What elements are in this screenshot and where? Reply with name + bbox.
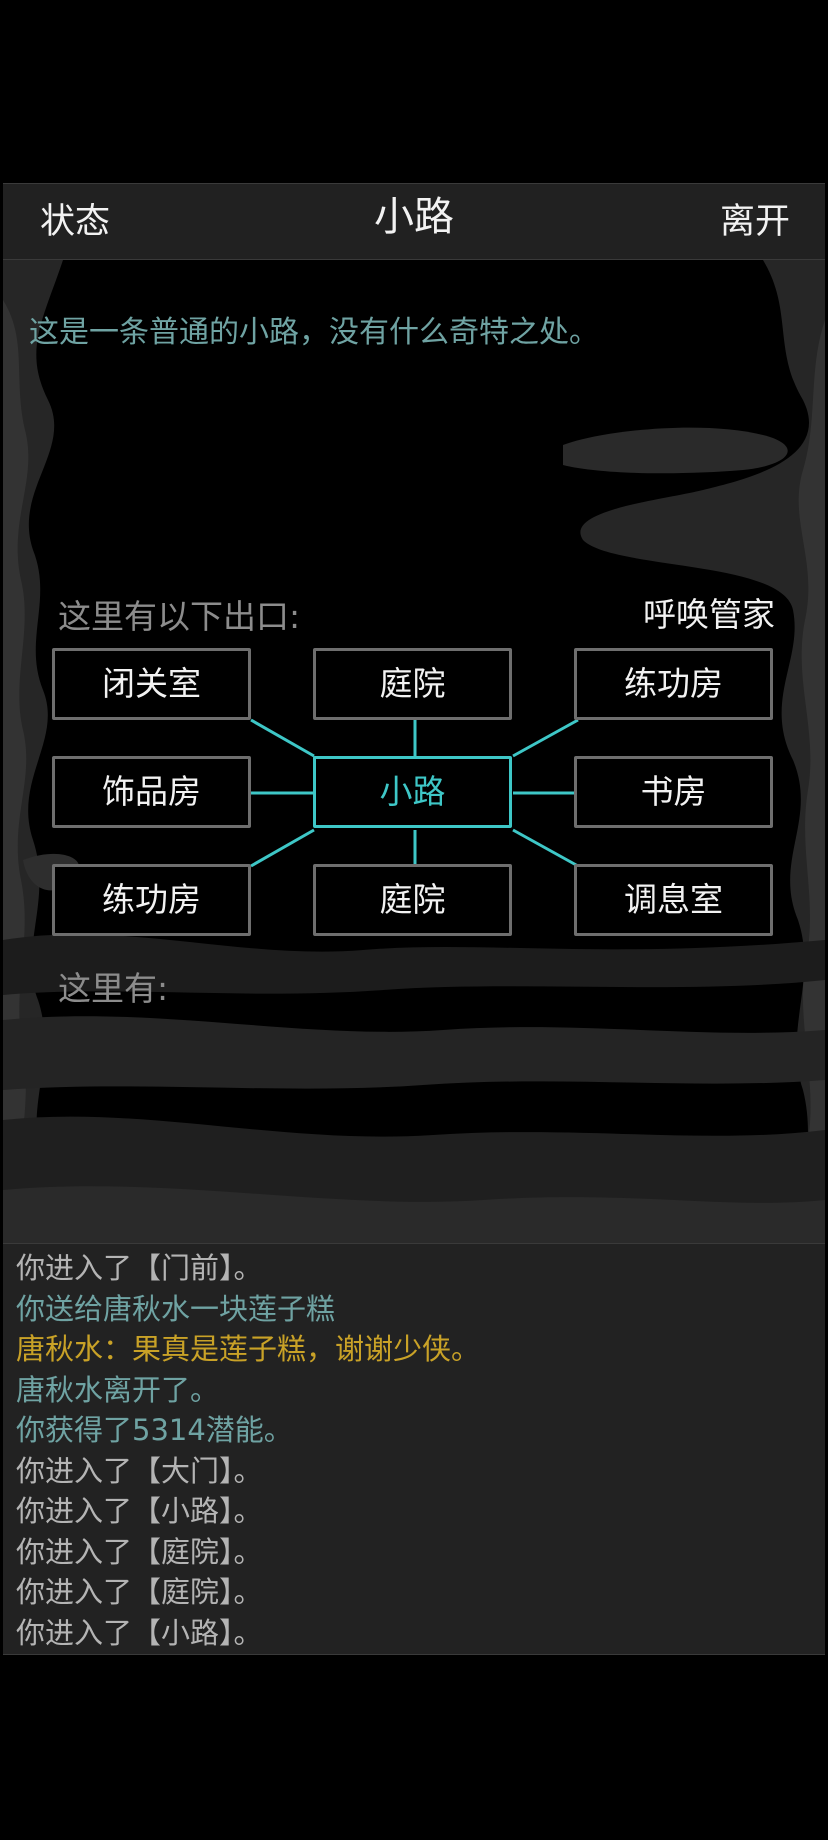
log-line: 你获得了5314潜能。 — [16, 1413, 293, 1447]
leave-button[interactable]: 离开 — [720, 184, 790, 261]
exit-north-button[interactable]: 庭院 — [313, 648, 512, 720]
log-line: 你送给唐秋水一块莲子糕 — [16, 1291, 336, 1326]
log-line: 你进入了【庭院】。 — [16, 1534, 263, 1569]
log-line: 唐秋水：果真是莲子糕，谢谢少侠。 — [16, 1332, 481, 1366]
log-line: 你进入了【小路】。 — [16, 1494, 263, 1528]
log-line: 唐秋水离开了。 — [16, 1372, 220, 1407]
message-log[interactable]: 你进入了【门前】。 你送给唐秋水一块莲子糕 唐秋水：果真是莲子糕，谢谢少侠。 唐… — [3, 1243, 825, 1655]
exit-west-button[interactable]: 饰品房 — [52, 756, 251, 828]
ink-smoke-decoration — [3, 260, 825, 1243]
exit-east-button[interactable]: 书房 — [574, 756, 773, 828]
room-description: 这是一条普通的小路，没有什么奇特之处。 — [29, 315, 599, 350]
exit-northeast-button[interactable]: 练功房 — [574, 648, 773, 720]
exit-northwest-button[interactable]: 闭关室 — [52, 648, 251, 720]
exits-label: 这里有以下出口: — [58, 597, 301, 636]
log-line: 你进入了【门前】。 — [16, 1251, 263, 1285]
here-label: 这里有: — [58, 969, 169, 1008]
top-bar: 状态 小路 离开 — [3, 183, 825, 260]
log-line: 你进入了【小路】。 — [16, 1615, 263, 1650]
log-line: 你进入了【庭院】。 — [16, 1575, 263, 1609]
exit-southeast-button[interactable]: 调息室 — [574, 864, 773, 936]
exit-southwest-button[interactable]: 练功房 — [52, 864, 251, 936]
exit-south-button[interactable]: 庭院 — [313, 864, 512, 936]
scene-background — [3, 260, 825, 1243]
call-steward-button[interactable]: 呼唤管家 — [643, 588, 775, 636]
room-title: 小路 — [374, 194, 454, 240]
current-room-node: 小路 — [313, 756, 512, 828]
log-line: 你进入了【大门】。 — [16, 1453, 263, 1488]
